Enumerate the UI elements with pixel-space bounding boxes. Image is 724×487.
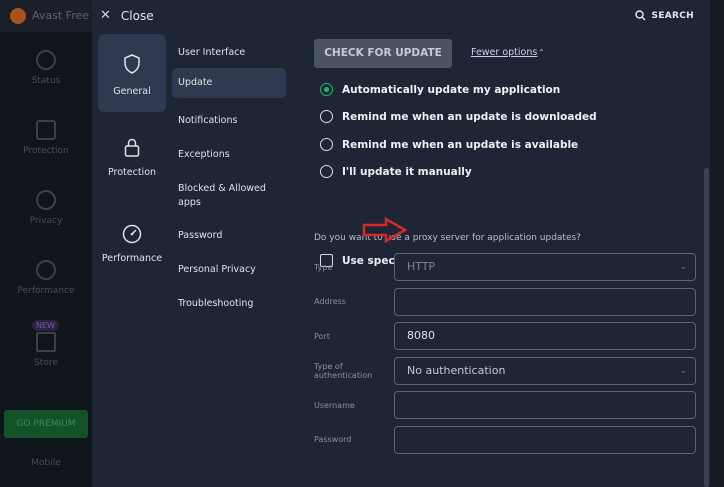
background-nav-store: Store (0, 332, 92, 368)
subnav-user-interface[interactable]: User Interface (172, 38, 286, 68)
radio-label: Remind me when an update is available (342, 138, 579, 151)
close-icon: ✕ (100, 8, 111, 23)
lock-icon (36, 120, 56, 140)
password-input[interactable] (394, 426, 696, 454)
address-label: Address (314, 297, 346, 306)
search-button[interactable]: SEARCH (634, 10, 694, 21)
category-general[interactable]: General (98, 34, 166, 112)
background-nav-status: Status (0, 50, 92, 86)
background-nav-protection: Protection (0, 120, 92, 156)
subnav-password[interactable]: Password (172, 221, 286, 251)
close-label: Close (120, 8, 154, 23)
settings-panel: ✕ Close SEARCH General Protection Perfor… (92, 0, 710, 487)
new-badge: NEW (32, 320, 59, 331)
speedometer-icon (36, 260, 56, 280)
category-label: General (113, 86, 151, 97)
search-icon (634, 10, 646, 21)
radio-remind-downloaded[interactable]: Remind me when an update is downloaded (320, 110, 597, 123)
background-titlebar: Avast Free A (0, 0, 92, 32)
radio-label: Automatically update my application (342, 83, 561, 96)
auth-type-value: No authentication (407, 364, 506, 377)
scrollbar[interactable] (704, 36, 709, 487)
subnav-blocked-allowed-apps[interactable]: Blocked & Allowed apps (172, 174, 286, 218)
shield-icon (124, 54, 140, 74)
panel-header: ✕ Close SEARCH (92, 0, 710, 32)
speedometer-icon (122, 224, 142, 244)
password-label: Password (314, 435, 352, 444)
radio-update-manually[interactable]: I'll update it manually (320, 165, 472, 178)
lock-icon (124, 138, 140, 157)
radio-remind-available[interactable]: Remind me when an update is available (320, 138, 578, 151)
category-label: Performance (101, 253, 163, 264)
category-protection[interactable]: Protection (98, 138, 166, 198)
chevron-down-icon: ⌄ (679, 262, 687, 272)
category-performance[interactable]: Performance (98, 224, 166, 284)
update-settings-content: CHECK FOR UPDATE Fewer options ⌃ Automat… (314, 32, 704, 487)
radio-icon (320, 165, 333, 178)
check-for-update-button[interactable]: CHECK FOR UPDATE (314, 39, 452, 68)
subnav-troubleshooting[interactable]: Troubleshooting (172, 289, 286, 319)
username-input[interactable] (394, 391, 696, 419)
cart-icon (36, 332, 56, 352)
background-nav-mobile: Mobile (31, 458, 61, 468)
type-select[interactable]: HTTP ⌄ (394, 253, 696, 281)
subnav-personal-privacy[interactable]: Personal Privacy (172, 255, 286, 285)
subnav-update[interactable]: Update (172, 68, 286, 98)
address-input[interactable] (394, 288, 696, 316)
check-circle-icon (36, 50, 56, 70)
radio-auto-update[interactable]: Automatically update my application (320, 83, 560, 96)
chevron-up-icon: ⌃ (538, 48, 545, 57)
search-label: SEARCH (651, 10, 694, 21)
radio-icon (320, 138, 333, 151)
scrollbar-thumb[interactable] (704, 168, 709, 487)
background-app-title: Avast Free A (32, 9, 92, 22)
avast-logo-icon (10, 8, 26, 24)
radio-label: I'll update it manually (342, 165, 472, 178)
port-label: Port (314, 332, 330, 341)
subnav-notifications[interactable]: Notifications (172, 106, 286, 136)
radio-selected-icon (320, 83, 333, 96)
radio-icon (320, 110, 333, 123)
close-button[interactable]: ✕ Close (100, 8, 154, 23)
annotation-arrow-icon (362, 216, 408, 244)
chevron-down-icon: ⌄ (679, 366, 687, 376)
proxy-question: Do you want to use a proxy server for ap… (314, 233, 581, 243)
go-premium-button: GO PREMIUM (4, 410, 88, 438)
auth-type-select[interactable]: No authentication ⌄ (394, 357, 696, 385)
subnav-exceptions[interactable]: Exceptions (172, 140, 286, 170)
category-label: Protection (107, 167, 157, 178)
auth-type-label: Type of authentication (314, 362, 373, 380)
fewer-options-link[interactable]: Fewer options (471, 47, 537, 58)
username-label: Username (314, 401, 355, 410)
type-label: Type (314, 263, 333, 272)
fingerprint-icon (36, 190, 56, 210)
radio-label: Remind me when an update is downloaded (342, 110, 597, 123)
background-nav-privacy: Privacy (0, 190, 92, 226)
type-value: HTTP (407, 260, 436, 273)
background-nav-performance: Performance (0, 260, 92, 296)
port-input[interactable]: 8080 (394, 322, 696, 350)
